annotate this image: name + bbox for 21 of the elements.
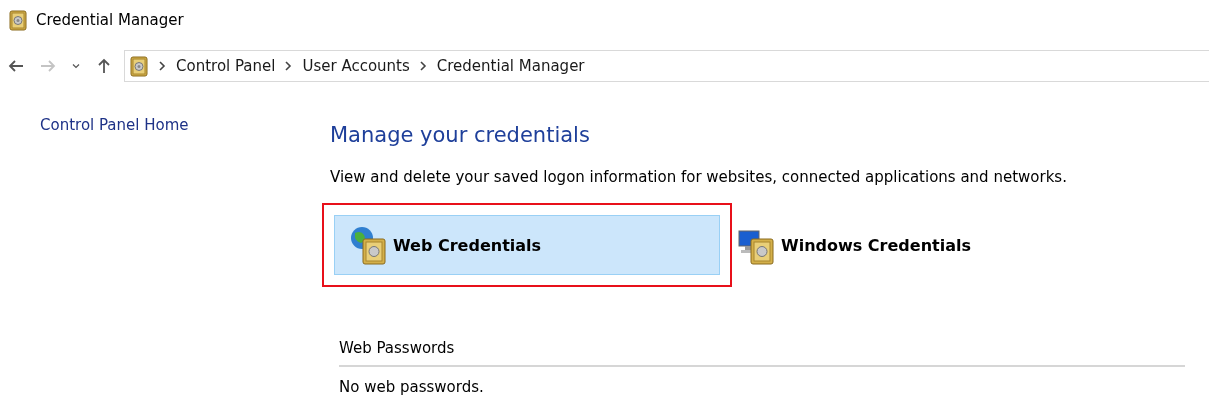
chevron-right-icon bbox=[419, 61, 427, 71]
credential-type-tile[interactable]: Web Credentials bbox=[334, 215, 720, 275]
address-bar[interactable]: Control Panel User Accounts Credential Manager bbox=[124, 50, 1209, 82]
arrow-right-icon bbox=[40, 58, 56, 74]
section-title: Web Passwords bbox=[339, 339, 1185, 367]
arrow-left-icon bbox=[8, 58, 24, 74]
breadcrumb-link[interactable]: User Accounts bbox=[302, 57, 410, 75]
credential-type-tile[interactable]: Windows Credentials bbox=[732, 215, 978, 275]
empty-message: No web passwords. bbox=[339, 378, 485, 396]
safe-icon bbox=[129, 55, 149, 77]
safe-icon bbox=[8, 9, 28, 31]
window-title: Credential Manager bbox=[36, 11, 184, 29]
globe-safe-icon bbox=[349, 225, 389, 265]
breadcrumb-link[interactable]: Control Panel bbox=[176, 57, 276, 75]
chevron-right-icon bbox=[285, 61, 293, 71]
arrow-up-icon bbox=[96, 58, 112, 74]
description-text: View and delete your saved logon information for websites, connected applications and networks. bbox=[330, 168, 1068, 186]
chevron-right-icon bbox=[159, 61, 166, 71]
sidebar-link[interactable]: Control Panel Home bbox=[40, 116, 189, 134]
breadcrumb-link[interactable]: Credential Manager bbox=[436, 57, 585, 75]
page-heading: Manage your credentials bbox=[330, 123, 591, 149]
